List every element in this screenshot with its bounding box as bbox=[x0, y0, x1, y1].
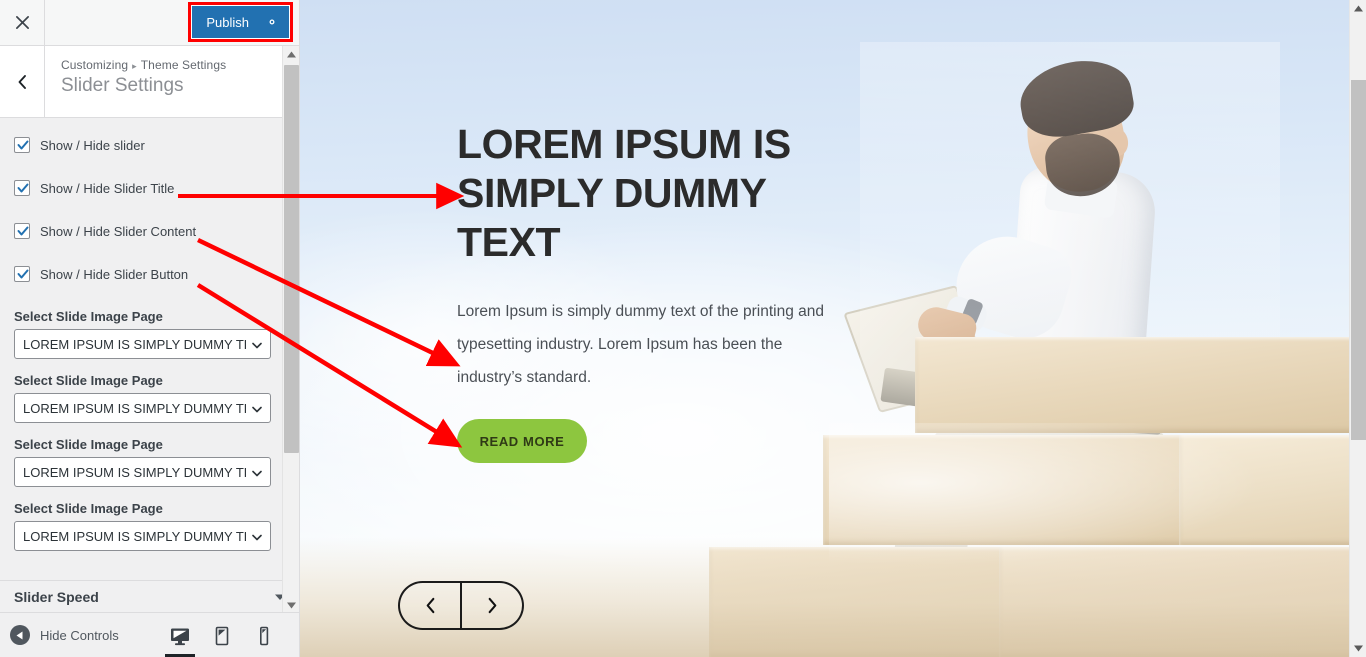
collapse-left-icon bbox=[10, 625, 30, 645]
slide-image-page-select-2[interactable]: LOREM IPSUM IS SIMPLY DUMMY TE bbox=[14, 393, 271, 423]
chevron-left-icon bbox=[18, 74, 26, 89]
stone-block-top bbox=[915, 337, 1349, 433]
control-show-hide-slider-content[interactable]: Show / Hide Slider Content bbox=[14, 223, 285, 239]
slide-title: LOREM IPSUM IS SIMPLY DUMMY TEXT bbox=[457, 121, 791, 265]
checkmark-icon bbox=[17, 226, 29, 236]
mobile-icon bbox=[260, 626, 269, 645]
hide-controls-button[interactable]: Hide Controls bbox=[0, 625, 119, 645]
select-value: LOREM IPSUM IS SIMPLY DUMMY TE bbox=[23, 400, 246, 416]
slider-prev-button[interactable] bbox=[398, 581, 461, 630]
chevron-left-icon bbox=[426, 597, 434, 614]
caret-up-icon bbox=[1354, 5, 1363, 12]
publish-button[interactable]: Publish bbox=[192, 6, 289, 38]
slide-image-page-select-1[interactable]: LOREM IPSUM IS SIMPLY DUMMY TE bbox=[14, 329, 271, 359]
select-value: LOREM IPSUM IS SIMPLY DUMMY TE bbox=[23, 528, 246, 544]
publish-button-label: Publish bbox=[206, 14, 249, 30]
control-show-hide-slider-title[interactable]: Show / Hide Slider Title bbox=[14, 180, 285, 196]
control-label: Show / Hide slider bbox=[40, 137, 145, 153]
control-label: Show / Hide Slider Content bbox=[40, 223, 197, 239]
device-preview-switcher bbox=[159, 613, 285, 657]
checkmark-icon bbox=[17, 269, 29, 279]
control-label: Show / Hide Slider Title bbox=[40, 180, 175, 196]
control-label: Select Slide Image Page bbox=[14, 437, 163, 452]
chevron-down-icon bbox=[252, 342, 262, 349]
hide-controls-label: Hide Controls bbox=[40, 627, 119, 643]
breadcrumb-root[interactable]: Customizing bbox=[61, 58, 128, 72]
device-tablet-button[interactable] bbox=[201, 613, 243, 657]
chevron-down-icon bbox=[252, 406, 262, 413]
close-icon bbox=[15, 16, 29, 29]
slide-image-page-select-3[interactable]: LOREM IPSUM IS SIMPLY DUMMY TE bbox=[14, 457, 271, 487]
customizer-header: Publish bbox=[0, 0, 299, 46]
breadcrumb-parent[interactable]: Theme Settings bbox=[141, 58, 226, 72]
page-title: Slider Settings bbox=[61, 75, 184, 96]
browser-scroll-up-button[interactable] bbox=[1350, 0, 1366, 17]
checkmark-icon bbox=[17, 183, 29, 193]
breadcrumb-separator-icon: ▸ bbox=[132, 61, 137, 71]
control-slide-image-page-4: Select Slide Image Page LOREM IPSUM IS S… bbox=[14, 501, 285, 551]
sidebar-scroll-thumb[interactable] bbox=[284, 65, 299, 453]
control-slide-image-page-2: Select Slide Image Page LOREM IPSUM IS S… bbox=[14, 373, 285, 423]
control-show-hide-slider-button[interactable]: Show / Hide Slider Button bbox=[14, 266, 285, 282]
triangle-left-icon bbox=[16, 631, 23, 639]
chevron-down-icon bbox=[252, 534, 262, 541]
control-label: Select Slide Image Page bbox=[14, 373, 163, 388]
stone-block-middle-right bbox=[1179, 435, 1349, 545]
browser-scroll-thumb[interactable] bbox=[1351, 80, 1366, 440]
accordion-slider-speed[interactable]: Slider Speed bbox=[0, 580, 299, 613]
customizer-footer: Hide Controls bbox=[0, 612, 299, 657]
checkbox-show-hide-slider-title[interactable] bbox=[14, 180, 30, 196]
device-desktop-button[interactable] bbox=[159, 613, 201, 657]
checkbox-show-hide-slider-content[interactable] bbox=[14, 223, 30, 239]
desktop-icon bbox=[171, 628, 189, 645]
gear-icon bbox=[269, 19, 275, 25]
control-slide-image-page-1: Select Slide Image Page LOREM IPSUM IS S… bbox=[14, 309, 285, 359]
read-more-button[interactable]: READ MORE bbox=[457, 419, 587, 463]
accordion-label: Slider Speed bbox=[14, 588, 99, 605]
slide-description: Lorem Ipsum is simply dummy text of the … bbox=[457, 303, 824, 386]
checkbox-show-hide-slider[interactable] bbox=[14, 137, 30, 153]
select-value: LOREM IPSUM IS SIMPLY DUMMY TE bbox=[23, 464, 246, 480]
panel-back-button[interactable] bbox=[0, 46, 45, 117]
slide-image-page-select-4[interactable]: LOREM IPSUM IS SIMPLY DUMMY TE bbox=[14, 521, 271, 551]
tablet-icon bbox=[215, 626, 229, 645]
control-label: Show / Hide Slider Button bbox=[40, 266, 189, 282]
caret-down-icon bbox=[287, 602, 296, 609]
browser-scrollbar[interactable] bbox=[1349, 0, 1366, 657]
customizer-sidebar: Publish Customizing ▸ Theme Settings Slid bbox=[0, 0, 300, 657]
panel-header: Customizing ▸ Theme Settings Slider Settin… bbox=[0, 46, 299, 118]
control-label: Select Slide Image Page bbox=[14, 501, 163, 516]
slider-next-button[interactable] bbox=[461, 581, 524, 630]
slider-nav bbox=[398, 581, 524, 630]
sidebar-scroll-up-button[interactable] bbox=[283, 46, 300, 63]
caret-up-icon bbox=[287, 51, 296, 58]
browser-scroll-down-button[interactable] bbox=[1350, 640, 1366, 657]
sidebar-scrollbar[interactable] bbox=[282, 46, 299, 657]
control-slide-image-page-3: Select Slide Image Page LOREM IPSUM IS S… bbox=[14, 437, 285, 487]
customizer-screen: LOREM IPSUM IS SIMPLY DUMMY TEXT Lorem I… bbox=[0, 0, 1366, 657]
control-list: Show / Hide slider Show / Hide Slider Ti… bbox=[0, 119, 299, 613]
publish-highlight-box: Publish bbox=[188, 2, 293, 42]
close-customizer-button[interactable] bbox=[0, 0, 45, 45]
chevron-right-icon bbox=[488, 597, 496, 614]
checkbox-show-hide-slider-button[interactable] bbox=[14, 266, 30, 282]
chevron-down-icon bbox=[252, 470, 262, 477]
control-label: Select Slide Image Page bbox=[14, 309, 163, 324]
site-preview-frame[interactable]: LOREM IPSUM IS SIMPLY DUMMY TEXT Lorem I… bbox=[300, 0, 1349, 657]
checkmark-icon bbox=[17, 140, 29, 150]
slide-text-block: LOREM IPSUM IS SIMPLY DUMMY TEXT Lorem I… bbox=[457, 120, 857, 463]
panel-titles: Customizing ▸ Theme Settings Slider Settin… bbox=[45, 46, 240, 117]
device-mobile-button[interactable] bbox=[243, 613, 285, 657]
caret-down-icon bbox=[1354, 645, 1363, 652]
select-value: LOREM IPSUM IS SIMPLY DUMMY TE bbox=[23, 336, 246, 352]
control-show-hide-slider[interactable]: Show / Hide slider bbox=[14, 137, 285, 153]
breadcrumb: Customizing ▸ Theme Settings bbox=[61, 58, 226, 72]
